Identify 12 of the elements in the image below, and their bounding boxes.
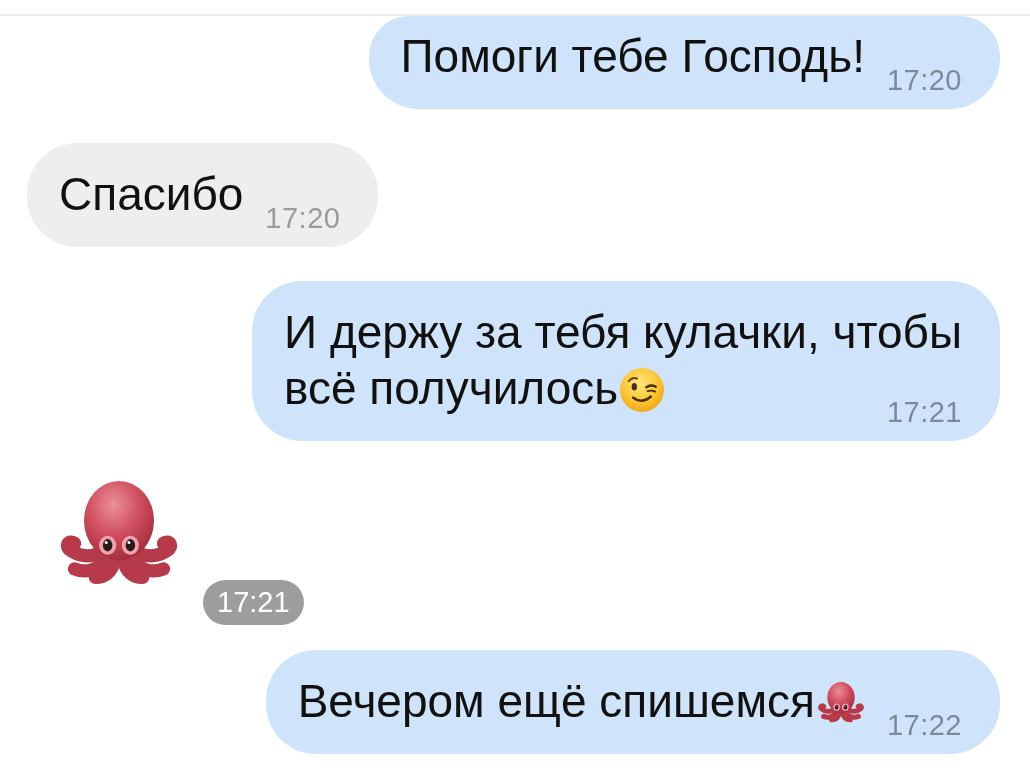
octopus-icon	[816, 681, 865, 723]
message-time: 17:21	[886, 397, 962, 427]
message-time: 17:22	[886, 710, 962, 740]
winking-face-icon	[620, 368, 665, 412]
message-text: всё получилось	[284, 362, 619, 414]
message-time: 17:20	[265, 203, 341, 233]
message-text: Помоги тебе Господь!	[400, 30, 865, 82]
message-text: Спасибо	[59, 168, 244, 220]
message-time: 17:20	[886, 65, 962, 95]
message-text: Вечером ещё спишемся	[297, 675, 815, 727]
time-badge: 17:21	[203, 580, 304, 625]
message-text: И держу за тебя кулачки, чтобы	[284, 306, 962, 358]
